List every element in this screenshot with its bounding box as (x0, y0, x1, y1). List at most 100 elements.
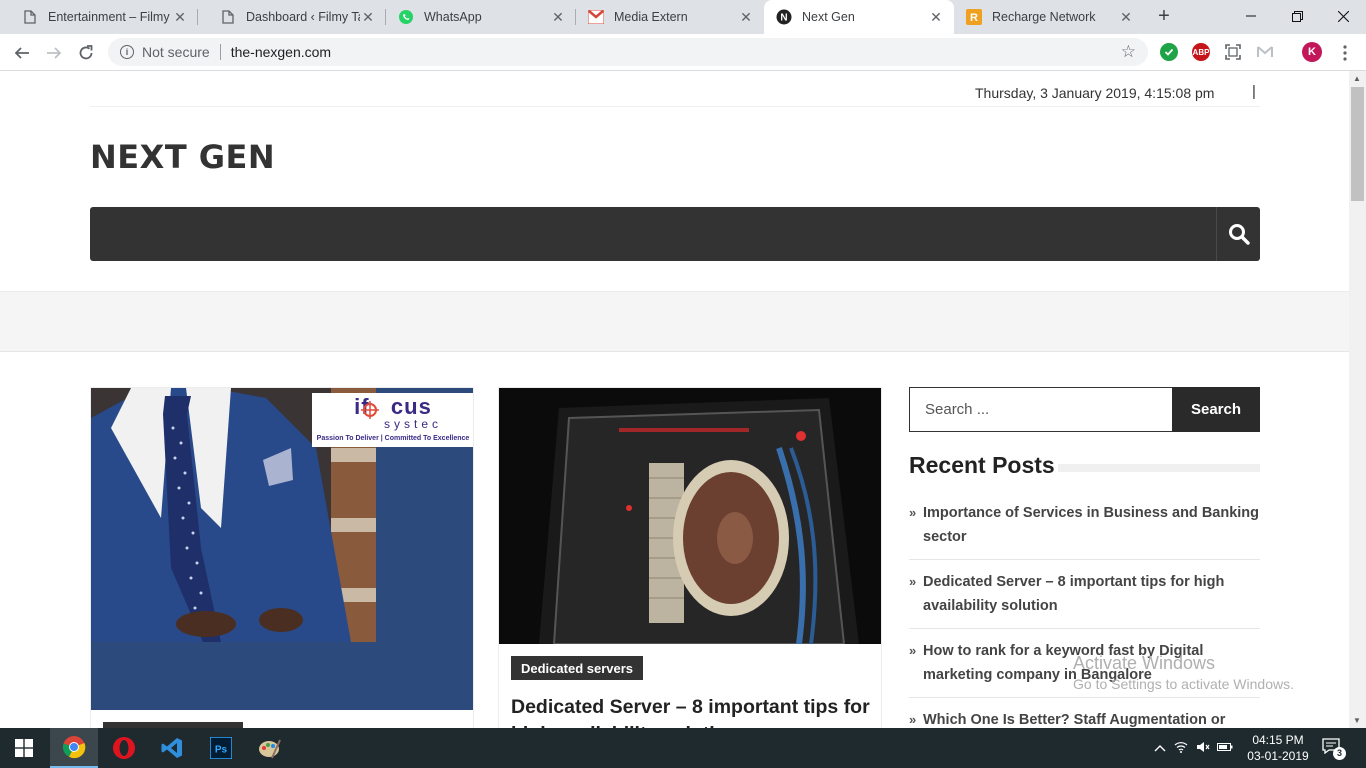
sidebar-search-button[interactable]: Search (1172, 387, 1260, 432)
page-icon (220, 9, 236, 25)
minimize-button[interactable] (1228, 0, 1274, 32)
sidebar-search-input[interactable]: Search ... (909, 387, 1173, 432)
header-datetime: Thursday, 3 January 2019, 4:15:08 pm (975, 85, 1215, 101)
recent-post-link[interactable]: Dedicated Server – 8 important tips for … (923, 574, 1224, 614)
taskbar-clock[interactable]: 04:15 PM 03-01-2019 (1242, 732, 1314, 764)
svg-text:N: N (780, 13, 787, 24)
bookmark-star-icon[interactable]: ☆ (1121, 42, 1136, 62)
forward-button[interactable] (41, 40, 67, 66)
opera-icon (113, 737, 135, 759)
tab-title: WhatsApp (424, 10, 482, 24)
reload-button[interactable] (73, 40, 99, 66)
nav-search-button[interactable] (1216, 207, 1260, 261)
chevron-up-icon[interactable] (1150, 741, 1170, 755)
web-page: Thursday, 3 January 2019, 4:15:08 pm | N… (0, 71, 1349, 728)
close-window-button[interactable] (1320, 0, 1366, 32)
tab-strip: Entertainment – Filmy Ta ✕ Dashboard ‹ F… (0, 0, 1366, 34)
tab-whatsapp[interactable]: WhatsApp ✕ (386, 0, 576, 34)
wifi-icon[interactable] (1170, 741, 1192, 756)
taskbar-chrome[interactable] (50, 728, 98, 768)
chrome-menu-icon[interactable] (1332, 40, 1358, 66)
tab-title: Dashboard ‹ Filmy Takie (246, 10, 360, 24)
url-text[interactable]: the-nexgen.com (231, 44, 331, 60)
site-logo[interactable]: NEXT GEN (90, 138, 275, 176)
chevron-right-icon: » (909, 505, 917, 520)
battery-icon[interactable] (1214, 741, 1236, 755)
checkmark-extension-icon[interactable] (1160, 43, 1178, 61)
post-category-badge[interactable]: Dedicated servers (511, 656, 644, 680)
svg-text:Ps: Ps (215, 745, 228, 756)
restore-button[interactable] (1274, 0, 1320, 32)
close-tab-icon[interactable]: ✕ (928, 9, 944, 25)
taskbar-opera[interactable] (100, 728, 148, 768)
info-icon[interactable]: i (120, 45, 134, 59)
close-tab-icon[interactable]: ✕ (360, 9, 376, 25)
svg-text:R: R (970, 12, 978, 24)
sidebar-search: Search ... Search (909, 387, 1260, 432)
close-tab-icon[interactable]: ✕ (738, 9, 754, 25)
close-tab-icon[interactable]: ✕ (1118, 9, 1134, 25)
gmail-icon (588, 9, 604, 25)
back-button[interactable] (9, 40, 35, 66)
whatsapp-icon (398, 9, 414, 25)
page-icon (22, 9, 38, 25)
scroll-down-icon[interactable]: ▼ (1353, 716, 1361, 725)
post-thumbnail-server[interactable] (499, 388, 881, 644)
recent-post-link[interactable]: Importance of Services in Business and B… (923, 505, 1259, 545)
profile-avatar[interactable]: K (1302, 42, 1322, 62)
scroll-up-icon[interactable]: ▲ (1353, 74, 1361, 83)
tab-title: Media Extern (614, 10, 688, 24)
header-separator: | (1252, 83, 1256, 100)
windows-logo-icon (15, 739, 33, 757)
windows-taskbar: Ps 04:15 PM 03-01-2019 3 (0, 728, 1366, 768)
post-thumbnail-suit[interactable]: if cus systec Passion To Deliver | Commi… (91, 388, 473, 710)
new-tab-button[interactable]: + (1154, 6, 1174, 27)
search-icon (1228, 224, 1250, 245)
chevron-right-icon: » (909, 574, 917, 589)
taskbar-vscode[interactable] (148, 728, 196, 768)
recent-post-item[interactable]: » Dedicated Server – 8 important tips for… (909, 570, 1260, 629)
main-navigation (90, 207, 1260, 261)
post-card[interactable]: if cus systec Passion To Deliver | Commi… (90, 387, 474, 728)
volume-muted-icon[interactable] (1192, 741, 1214, 756)
start-button[interactable] (0, 728, 48, 768)
close-tab-icon[interactable]: ✕ (550, 9, 566, 25)
activate-windows-subtitle: Go to Settings to activate Windows. (1073, 676, 1294, 692)
vscode-icon (161, 738, 182, 758)
screenshot-extension-icon[interactable] (1224, 43, 1242, 61)
recent-post-item[interactable]: » Importance of Services in Business and … (909, 501, 1260, 560)
taskbar-photoshop[interactable]: Ps (197, 728, 245, 768)
paint-icon (259, 739, 281, 759)
tab-title: Next Gen (802, 10, 855, 24)
taskbar-paint[interactable] (246, 728, 294, 768)
ifocus-brand: if cus (354, 394, 432, 419)
tab-entertainment[interactable]: Entertainment – Filmy Ta ✕ (0, 0, 198, 34)
tab-title: Entertainment – Filmy Ta (48, 10, 172, 24)
tab-dashboard[interactable]: Dashboard ‹ Filmy Takie ✕ (198, 0, 386, 34)
scrollbar-thumb[interactable] (1351, 87, 1364, 201)
recharge-icon: R (966, 9, 982, 25)
post-card[interactable]: Dedicated servers Dedicated Server – 8 i… (498, 387, 882, 728)
tab-media-extern[interactable]: Media Extern ✕ (576, 0, 764, 34)
clock-time: 04:15 PM (1252, 733, 1304, 747)
page-scrollbar[interactable]: ▲ ▼ (1349, 71, 1366, 728)
close-tab-icon[interactable]: ✕ (172, 9, 188, 25)
tab-recharge-network[interactable]: R Recharge Network ✕ (954, 0, 1144, 34)
tab-next-gen[interactable]: N Next Gen ✕ (764, 0, 954, 34)
recent-posts-list: » Importance of Services in Business and … (909, 501, 1260, 728)
chrome-icon (62, 736, 86, 759)
recent-post-item[interactable]: » Which One Is Better? Staff Augmentation… (909, 708, 1260, 728)
adblock-icon[interactable]: ABP (1192, 43, 1210, 61)
chevron-right-icon: » (909, 712, 917, 727)
action-center-button[interactable]: 3 (1322, 738, 1348, 760)
notification-count: 3 (1333, 747, 1346, 760)
ifocus-tagline: Passion To Deliver | Committed To Excell… (316, 435, 470, 442)
activate-windows-title: Activate Windows (1073, 653, 1216, 673)
tab-title: Recharge Network (992, 10, 1096, 24)
mail-extension-icon[interactable] (1256, 43, 1274, 61)
post-title[interactable]: Dedicated Server – 8 important tips for … (511, 694, 871, 728)
nextgen-icon: N (776, 9, 792, 25)
address-bar[interactable]: i Not secure the-nexgen.com ☆ (108, 38, 1148, 66)
recent-post-link[interactable]: Which One Is Better? Staff Augmentation … (923, 712, 1225, 728)
ifocus-logo: if cus systec Passion To Deliver | Commi… (313, 394, 473, 443)
